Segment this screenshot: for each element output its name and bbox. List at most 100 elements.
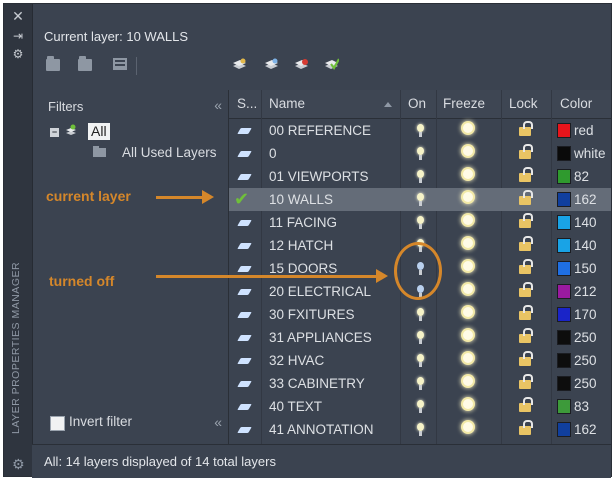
layer-name[interactable]: 10 WALLS [269, 192, 333, 207]
layer-row[interactable]: 41 ANNOTATION 162 [229, 418, 611, 441]
thaw-sun-icon[interactable] [463, 399, 473, 409]
unlocked-padlock-icon[interactable] [519, 213, 533, 228]
layer-row[interactable]: ✔ 10 WALLS 162 [229, 188, 611, 211]
thaw-sun-icon[interactable] [463, 169, 473, 179]
color-swatch[interactable] [557, 399, 571, 414]
color-name[interactable]: 250 [574, 353, 597, 368]
color-name[interactable]: 140 [574, 238, 597, 253]
layer-row[interactable]: 11 FACING 140 [229, 211, 611, 234]
collapse-filters-button[interactable]: « [214, 97, 222, 113]
layer-name[interactable]: 00 REFERENCE [269, 123, 371, 138]
color-name[interactable]: 83 [574, 399, 589, 414]
layer-name[interactable]: 15 DOORS [269, 261, 337, 276]
color-name[interactable]: red [574, 123, 594, 138]
layer-status-icon[interactable] [237, 427, 252, 433]
autohide-icon[interactable]: ⇥ [12, 30, 24, 42]
thaw-sun-icon[interactable] [463, 146, 473, 156]
color-swatch[interactable] [557, 169, 571, 184]
layer-row[interactable]: 0 white [229, 142, 611, 165]
layer-name[interactable]: 33 CABINETRY [269, 376, 365, 391]
layer-status-icon[interactable] [237, 312, 252, 318]
thaw-sun-icon[interactable] [463, 215, 473, 225]
layer-status-icon[interactable] [237, 266, 252, 272]
unlocked-padlock-icon[interactable] [519, 305, 533, 320]
palette-properties-icon[interactable]: ⚙ [12, 456, 25, 473]
light-bulb-on-icon[interactable] [417, 423, 424, 436]
light-bulb-on-icon[interactable] [417, 124, 424, 137]
unlocked-padlock-icon[interactable] [519, 351, 533, 366]
filter-tree-item-all[interactable]: All [88, 123, 110, 140]
light-bulb-on-icon[interactable] [417, 147, 424, 160]
color-swatch[interactable] [557, 146, 571, 161]
new-layer-vp-frozen-icon[interactable] [264, 58, 279, 72]
thaw-sun-icon[interactable] [463, 192, 473, 202]
layer-name[interactable]: 30 FXITURES [269, 307, 355, 322]
thaw-sun-icon[interactable] [463, 261, 473, 271]
thaw-sun-icon[interactable] [463, 376, 473, 386]
column-header-lock[interactable]: Lock [509, 96, 538, 111]
layer-status-icon[interactable] [237, 220, 252, 226]
thaw-sun-icon[interactable] [463, 284, 473, 294]
unlocked-padlock-icon[interactable] [519, 374, 533, 389]
collapse-panel-button[interactable]: « [214, 414, 222, 430]
layer-status-icon[interactable] [237, 151, 252, 157]
layer-states-manager-icon[interactable] [112, 57, 128, 71]
unlocked-padlock-icon[interactable] [519, 259, 533, 274]
new-group-filter-icon[interactable] [78, 56, 92, 71]
unlocked-padlock-icon[interactable] [519, 282, 533, 297]
light-bulb-on-icon[interactable] [417, 308, 424, 321]
layer-name[interactable]: 40 TEXT [269, 399, 322, 414]
layer-row[interactable]: 32 HVAC 250 [229, 349, 611, 372]
color-swatch[interactable] [557, 422, 571, 437]
thaw-sun-icon[interactable] [463, 330, 473, 340]
layer-row[interactable]: 33 CABINETRY 250 [229, 372, 611, 395]
layer-name[interactable]: 0 [269, 146, 277, 161]
layer-status-icon[interactable] [237, 174, 252, 180]
light-bulb-on-icon[interactable] [417, 377, 424, 390]
close-icon[interactable]: ✕ [12, 9, 24, 23]
layer-row[interactable]: 01 VIEWPORTS 82 [229, 165, 611, 188]
color-name[interactable]: 250 [574, 330, 597, 345]
layer-row[interactable]: 31 APPLIANCES 250 [229, 326, 611, 349]
delete-layer-icon[interactable] [294, 58, 309, 72]
unlocked-padlock-icon[interactable] [519, 397, 533, 412]
layer-name[interactable]: 31 APPLIANCES [269, 330, 372, 345]
unlocked-padlock-icon[interactable] [519, 328, 533, 343]
color-name[interactable]: 170 [574, 307, 597, 322]
layer-row[interactable]: 30 FXITURES 170 [229, 303, 611, 326]
layer-row[interactable]: 00 REFERENCE red [229, 119, 611, 142]
color-swatch[interactable] [557, 238, 571, 253]
set-current-icon[interactable] [324, 58, 339, 72]
layer-status-icon[interactable] [237, 128, 252, 134]
color-name[interactable]: 212 [574, 284, 597, 299]
layer-status-icon[interactable] [237, 404, 252, 410]
color-swatch[interactable] [557, 307, 571, 322]
filter-tree-item-used-layers[interactable]: All Used Layers [122, 145, 217, 160]
invert-filter-checkbox[interactable] [50, 416, 65, 431]
color-swatch[interactable] [557, 261, 571, 276]
color-name[interactable]: 162 [574, 422, 597, 437]
layer-status-icon[interactable] [237, 335, 252, 341]
column-header-freeze[interactable]: Freeze [443, 96, 485, 111]
unlocked-padlock-icon[interactable] [519, 144, 533, 159]
invert-filter-label[interactable]: Invert filter [69, 414, 132, 429]
column-header-name[interactable]: Name [269, 96, 305, 111]
light-bulb-on-icon[interactable] [417, 216, 424, 229]
color-swatch[interactable] [557, 215, 571, 230]
layer-name[interactable]: 41 ANNOTATION [269, 422, 374, 437]
thaw-sun-icon[interactable] [463, 422, 473, 432]
new-property-filter-icon[interactable] [46, 56, 60, 71]
color-swatch[interactable] [557, 376, 571, 391]
color-name[interactable]: 140 [574, 215, 597, 230]
layer-status-icon[interactable] [237, 243, 252, 249]
gear-icon[interactable]: ⚙ [12, 48, 24, 60]
color-name[interactable]: 162 [574, 192, 597, 207]
light-bulb-on-icon[interactable] [417, 193, 424, 206]
current-layer-check-icon[interactable]: ✔ [234, 189, 249, 209]
thaw-sun-icon[interactable] [463, 123, 473, 133]
layer-name[interactable]: 12 HATCH [269, 238, 333, 253]
layer-name[interactable]: 32 HVAC [269, 353, 324, 368]
column-header-on[interactable]: On [408, 96, 426, 111]
unlocked-padlock-icon[interactable] [519, 121, 533, 136]
unlocked-padlock-icon[interactable] [519, 236, 533, 251]
